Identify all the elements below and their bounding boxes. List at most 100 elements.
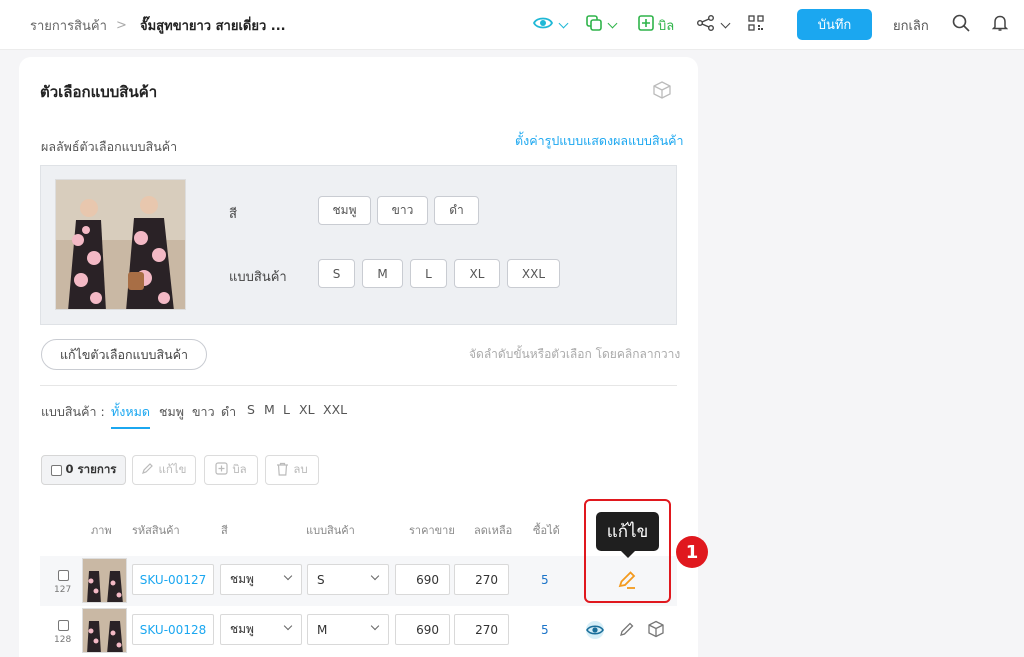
color-chip: ดำ — [434, 196, 479, 225]
share-icon — [697, 15, 715, 35]
checkbox[interactable] — [50, 464, 62, 476]
result-label: ผลลัพธ์ตัวเลือกแบบสินค้า — [41, 139, 178, 154]
sku-link[interactable]: SKU-00127 — [132, 564, 214, 595]
edit-tooltip: แก้ไข — [596, 512, 659, 551]
notification-button[interactable] — [991, 0, 1009, 50]
qr-code-button[interactable] — [748, 0, 764, 50]
size-chip: S — [318, 259, 355, 288]
breadcrumb-current: จั๊มสูทขายาว สายเดี่ยว ... — [140, 18, 286, 34]
variant-thumbnail — [82, 558, 127, 603]
filter-tab[interactable]: ชมพู — [159, 402, 184, 422]
filter-tab[interactable]: M — [264, 402, 275, 417]
row-number: 128 — [54, 635, 72, 645]
search-button[interactable] — [952, 0, 970, 50]
size-chip: XXL — [507, 259, 560, 288]
variant-thumbnail — [82, 608, 127, 653]
bulk-delete-button[interactable]: ลบ — [265, 455, 319, 485]
chevron-down-icon — [370, 621, 380, 631]
chevron-down-icon — [370, 571, 380, 581]
discount-input[interactable]: 270 — [454, 614, 509, 645]
row-checkbox[interactable] — [58, 570, 69, 581]
qty-link[interactable]: 5 — [541, 573, 549, 587]
card-title: ตัวเลือกแบบสินค้า — [40, 83, 158, 101]
pencil-icon[interactable] — [619, 621, 635, 641]
column-header-qty: ซื้อได้ — [533, 524, 560, 537]
search-icon — [952, 14, 970, 36]
bill-label: บิล — [658, 18, 675, 34]
box-icon[interactable] — [647, 620, 665, 642]
drag-hint: จัดลำดับขั้นหรือตัวเลือก โดยคลิกลากวาง — [469, 347, 681, 361]
filter-tab[interactable]: ขาว — [192, 402, 215, 422]
divider — [40, 385, 677, 386]
bulk-bill-button[interactable]: บิล — [204, 455, 258, 485]
color-select-value: ชมพู — [230, 572, 254, 586]
filter-tab[interactable]: L — [283, 402, 290, 417]
preview-dropdown-button[interactable] — [532, 0, 569, 50]
discount-input[interactable]: 270 — [454, 564, 509, 595]
color-option-label: สี — [229, 207, 237, 222]
cancel-button[interactable]: ยกเลิก — [893, 0, 929, 50]
delete-label: ลบ — [293, 462, 308, 476]
column-header-variant: แบบสินค้า — [306, 524, 355, 537]
column-header-price: ราคาขาย — [409, 524, 455, 537]
eye-icon[interactable] — [584, 620, 606, 644]
column-header-image: ภาพ — [91, 524, 112, 537]
color-chip: ขาว — [377, 196, 428, 225]
step-badge: 1 — [676, 536, 708, 568]
filter-tab[interactable]: ดำ — [221, 402, 236, 422]
edit-label: แก้ไข — [158, 462, 187, 476]
bill-button[interactable]: บิล — [638, 0, 674, 50]
chevron-down-icon — [607, 18, 618, 28]
color-select[interactable]: ชมพู — [220, 564, 302, 595]
filter-tab[interactable]: S — [247, 402, 255, 417]
table-row: 128 SKU-00128 ชมพู M 690 270 5 — [40, 606, 677, 656]
breadcrumb-separator: > — [116, 17, 127, 33]
display-settings-link[interactable]: ตั้งค่ารูปแบบแสดงผลแบบสินค้า — [515, 131, 684, 151]
size-chip: L — [410, 259, 447, 288]
color-chip: ชมพู — [318, 196, 371, 225]
duplicate-dropdown-button[interactable] — [586, 0, 618, 50]
table-row: 127 SKU-00127 ชมพู S 690 270 5 — [40, 556, 677, 606]
select-all-button[interactable]: 0 รายการ — [41, 455, 126, 485]
size-select-value: M — [317, 622, 328, 637]
save-button[interactable]: บันทึก — [797, 9, 872, 40]
size-select[interactable]: S — [307, 564, 389, 595]
filter-tab[interactable]: XXL — [323, 402, 347, 417]
chevron-down-icon — [558, 18, 569, 28]
color-select-value: ชมพู — [230, 622, 254, 636]
size-select[interactable]: M — [307, 614, 389, 645]
box-icon — [652, 80, 672, 104]
breadcrumb-root[interactable]: รายการสินค้า — [30, 0, 107, 50]
selected-count: 0 รายการ — [65, 462, 117, 476]
price-input[interactable]: 690 — [395, 564, 450, 595]
column-header-sku: รหัสสินค้า — [132, 524, 180, 537]
filter-tab-all[interactable]: ทั้งหมด — [111, 402, 150, 429]
bell-icon — [991, 14, 1009, 36]
price-input[interactable]: 690 — [395, 614, 450, 645]
size-chip: XL — [454, 259, 500, 288]
size-chip: M — [362, 259, 403, 288]
row-checkbox[interactable] — [58, 620, 69, 631]
plus-box-icon — [215, 462, 228, 478]
filter-tab[interactable]: XL — [299, 402, 315, 417]
bulk-edit-button[interactable]: แก้ไข — [132, 455, 196, 485]
pencil-icon — [141, 462, 154, 478]
edit-options-button[interactable]: แก้ไขตัวเลือกแบบสินค้า — [41, 339, 207, 370]
color-select[interactable]: ชมพู — [220, 614, 302, 645]
eye-icon — [532, 16, 554, 34]
plus-box-icon — [638, 15, 654, 35]
size-select-value: S — [317, 572, 325, 587]
bill-label: บิล — [232, 462, 247, 476]
chevron-down-icon — [283, 621, 293, 631]
copy-icon — [586, 15, 602, 35]
column-header-color: สี — [221, 524, 228, 537]
share-dropdown-button[interactable] — [697, 0, 731, 50]
top-bar: รายการสินค้า > จั๊มสูทขายาว สายเดี่ยว ..… — [0, 0, 1024, 50]
variant-option-label: แบบสินค้า — [229, 270, 287, 285]
sku-link[interactable]: SKU-00128 — [132, 614, 214, 645]
chevron-down-icon — [283, 571, 293, 581]
qr-code-icon — [748, 15, 764, 35]
qty-link[interactable]: 5 — [541, 623, 549, 637]
trash-icon — [276, 462, 289, 479]
row-number: 127 — [54, 585, 72, 595]
